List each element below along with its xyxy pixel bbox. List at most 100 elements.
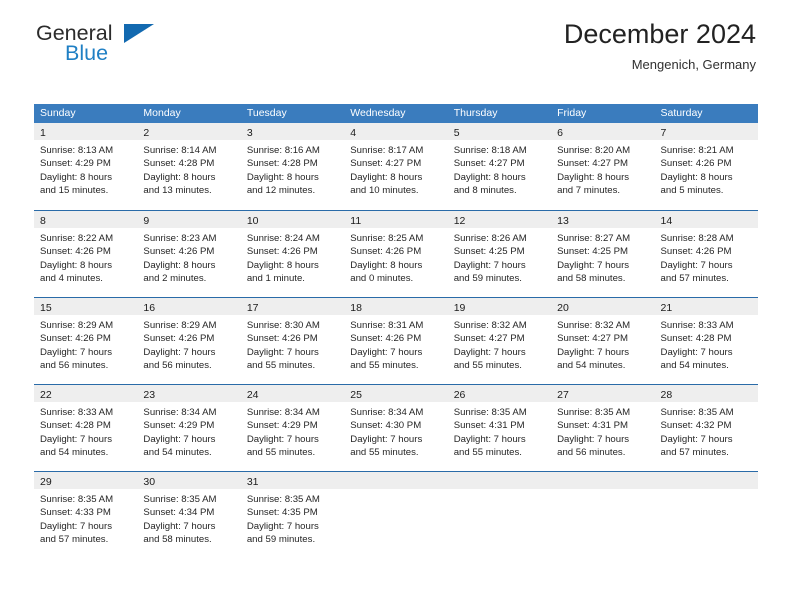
- daylight-text-line2: and 55 minutes.: [350, 447, 419, 459]
- day-cell[interactable]: 19 Sunrise: 8:32 AM Sunset: 4:27 PM Dayl…: [447, 298, 552, 384]
- day-cell[interactable]: 26 Sunrise: 8:35 AM Sunset: 4:31 PM Dayl…: [447, 385, 552, 471]
- day-number-band: 24: [240, 385, 345, 402]
- daylight-text-line1: Daylight: 8 hours: [557, 171, 630, 183]
- day-number: 31: [246, 476, 259, 488]
- day-cell[interactable]: 13 Sunrise: 8:27 AM Sunset: 4:25 PM Dayl…: [551, 211, 655, 297]
- sunset-text: Sunset: 4:33 PM: [40, 507, 111, 519]
- daylight-text-line2: and 55 minutes.: [453, 447, 522, 459]
- day-cell[interactable]: 14 Sunrise: 8:28 AM Sunset: 4:26 PM Dayl…: [654, 211, 758, 297]
- day-cell[interactable]: 17 Sunrise: 8:30 AM Sunset: 4:26 PM Dayl…: [240, 298, 345, 384]
- general-blue-logo[interactable]: General Blue: [36, 22, 236, 74]
- day-details: Sunrise: 8:30 AM Sunset: 4:26 PM Dayligh…: [241, 315, 344, 373]
- day-cell[interactable]: 24 Sunrise: 8:34 AM Sunset: 4:29 PM Dayl…: [240, 385, 345, 471]
- day-details: Sunrise: 8:29 AM Sunset: 4:26 PM Dayligh…: [137, 315, 240, 373]
- day-number-band: 11: [344, 211, 448, 228]
- day-number: 4: [350, 127, 357, 139]
- day-number: 26: [453, 389, 466, 401]
- day-cell[interactable]: 31 Sunrise: 8:35 AM Sunset: 4:35 PM Dayl…: [240, 472, 345, 558]
- sunrise-text: Sunrise: 8:35 AM: [143, 494, 217, 505]
- day-cell[interactable]: 22 Sunrise: 8:33 AM Sunset: 4:28 PM Dayl…: [34, 385, 138, 471]
- day-number-band: 4: [344, 123, 448, 140]
- day-cell[interactable]: 10 Sunrise: 8:24 AM Sunset: 4:26 PM Dayl…: [240, 211, 345, 297]
- daylight-text-line1: Daylight: 8 hours: [40, 171, 112, 183]
- day-cell[interactable]: 6 Sunrise: 8:20 AM Sunset: 4:27 PM Dayli…: [551, 123, 655, 210]
- sunrise-text: Sunrise: 8:31 AM: [350, 320, 424, 331]
- day-details: Sunrise: 8:21 AM Sunset: 4:26 PM Dayligh…: [655, 140, 758, 198]
- day-cell[interactable]: 18 Sunrise: 8:31 AM Sunset: 4:26 PM Dayl…: [344, 298, 448, 384]
- day-details: Sunrise: 8:35 AM Sunset: 4:32 PM Dayligh…: [655, 402, 758, 460]
- day-number: 10: [246, 215, 259, 227]
- day-number: 20: [557, 302, 569, 314]
- day-cell[interactable]: 25 Sunrise: 8:34 AM Sunset: 4:30 PM Dayl…: [344, 385, 448, 471]
- page-title: December 2024: [563, 19, 756, 49]
- day-number: 1: [40, 127, 46, 139]
- daylight-text-line1: Daylight: 8 hours: [246, 259, 319, 271]
- day-cell[interactable]: 3 Sunrise: 8:16 AM Sunset: 4:28 PM Dayli…: [240, 123, 345, 210]
- daylight-text-line1: Daylight: 7 hours: [143, 520, 216, 532]
- day-cell[interactable]: 4 Sunrise: 8:17 AM Sunset: 4:27 PM Dayli…: [344, 123, 448, 210]
- day-number: 6: [557, 127, 563, 139]
- day-details: Sunrise: 8:28 AM Sunset: 4:26 PM Dayligh…: [655, 228, 758, 286]
- day-number: 29: [40, 476, 52, 488]
- day-cell[interactable]: 30 Sunrise: 8:35 AM Sunset: 4:34 PM Dayl…: [137, 472, 241, 558]
- day-cell[interactable]: 11 Sunrise: 8:25 AM Sunset: 4:26 PM Dayl…: [344, 211, 448, 297]
- day-details: Sunrise: 8:33 AM Sunset: 4:28 PM Dayligh…: [34, 402, 137, 460]
- day-cell[interactable]: 12 Sunrise: 8:26 AM Sunset: 4:25 PM Dayl…: [447, 211, 552, 297]
- day-number: [344, 476, 350, 488]
- day-details: Sunrise: 8:25 AM Sunset: 4:26 PM Dayligh…: [344, 228, 447, 286]
- daylight-text-line2: and 54 minutes.: [557, 360, 626, 372]
- day-cell[interactable]: 2 Sunrise: 8:14 AM Sunset: 4:28 PM Dayli…: [137, 123, 241, 210]
- day-cell[interactable]: 1 Sunrise: 8:13 AM Sunset: 4:29 PM Dayli…: [34, 123, 138, 210]
- day-number-band: 3: [240, 123, 345, 140]
- day-cell[interactable]: 29 Sunrise: 8:35 AM Sunset: 4:33 PM Dayl…: [34, 472, 138, 558]
- sunset-text: Sunset: 4:26 PM: [660, 246, 732, 258]
- day-cell[interactable]: 16 Sunrise: 8:29 AM Sunset: 4:26 PM Dayl…: [137, 298, 241, 384]
- day-number: 12: [453, 215, 466, 227]
- sunrise-text: Sunrise: 8:35 AM: [453, 407, 527, 418]
- daylight-text-line1: Daylight: 7 hours: [40, 520, 112, 532]
- sunrise-text: Sunrise: 8:29 AM: [40, 320, 114, 331]
- day-cell[interactable]: 5 Sunrise: 8:18 AM Sunset: 4:27 PM Dayli…: [447, 123, 552, 210]
- day-number: 7: [660, 127, 667, 139]
- daylight-text-line1: Daylight: 7 hours: [40, 346, 112, 358]
- sunrise-text: Sunrise: 8:27 AM: [557, 233, 631, 244]
- daylight-text-line1: Daylight: 7 hours: [143, 346, 216, 358]
- sunrise-text: Sunrise: 8:32 AM: [557, 320, 631, 331]
- sunrise-text: Sunrise: 8:34 AM: [143, 407, 217, 418]
- daylight-text-line1: Daylight: 8 hours: [143, 171, 216, 183]
- sunset-text: Sunset: 4:29 PM: [40, 158, 111, 170]
- sunset-text: Sunset: 4:26 PM: [660, 158, 732, 170]
- day-cell[interactable]: 21 Sunrise: 8:33 AM Sunset: 4:28 PM Dayl…: [654, 298, 758, 384]
- day-details: Sunrise: 8:34 AM Sunset: 4:30 PM Dayligh…: [344, 402, 447, 460]
- sunset-text: Sunset: 4:27 PM: [453, 158, 525, 170]
- sunrise-text: Sunrise: 8:26 AM: [453, 233, 527, 244]
- daylight-text-line2: and 4 minutes.: [40, 273, 103, 285]
- day-number: 17: [246, 302, 259, 314]
- day-cell[interactable]: 9 Sunrise: 8:23 AM Sunset: 4:26 PM Dayli…: [137, 211, 241, 297]
- day-number-band: 20: [551, 298, 655, 315]
- day-number-band: [551, 472, 655, 489]
- day-details: Sunrise: 8:24 AM Sunset: 4:26 PM Dayligh…: [241, 228, 344, 286]
- sunset-text: Sunset: 4:26 PM: [246, 246, 318, 258]
- day-cell[interactable]: 27 Sunrise: 8:35 AM Sunset: 4:31 PM Dayl…: [551, 385, 655, 471]
- sunrise-text: Sunrise: 8:35 AM: [660, 407, 734, 418]
- sunset-text: Sunset: 4:26 PM: [143, 246, 215, 258]
- sunset-text: Sunset: 4:34 PM: [143, 507, 215, 519]
- day-cell[interactable]: 28 Sunrise: 8:35 AM Sunset: 4:32 PM Dayl…: [654, 385, 758, 471]
- daylight-text-line2: and 55 minutes.: [246, 447, 316, 459]
- day-number: 14: [660, 215, 673, 227]
- day-number-band: [654, 472, 758, 489]
- daylight-text-line2: and 8 minutes.: [453, 185, 517, 197]
- sunset-text: Sunset: 4:27 PM: [350, 158, 422, 170]
- daylight-text-line2: and 12 minutes.: [246, 185, 316, 197]
- day-number-band: 1: [34, 123, 138, 140]
- day-number-band: [447, 472, 552, 489]
- day-cell[interactable]: 20 Sunrise: 8:32 AM Sunset: 4:27 PM Dayl…: [551, 298, 655, 384]
- day-cell[interactable]: 8 Sunrise: 8:22 AM Sunset: 4:26 PM Dayli…: [34, 211, 138, 297]
- sunset-text: Sunset: 4:26 PM: [350, 333, 422, 345]
- day-cell[interactable]: 7 Sunrise: 8:21 AM Sunset: 4:26 PM Dayli…: [654, 123, 758, 210]
- sunrise-text: Sunrise: 8:25 AM: [350, 233, 424, 244]
- day-cell[interactable]: 23 Sunrise: 8:34 AM Sunset: 4:29 PM Dayl…: [137, 385, 241, 471]
- day-cell[interactable]: 15 Sunrise: 8:29 AM Sunset: 4:26 PM Dayl…: [34, 298, 138, 384]
- daylight-text-line2: and 54 minutes.: [143, 447, 212, 459]
